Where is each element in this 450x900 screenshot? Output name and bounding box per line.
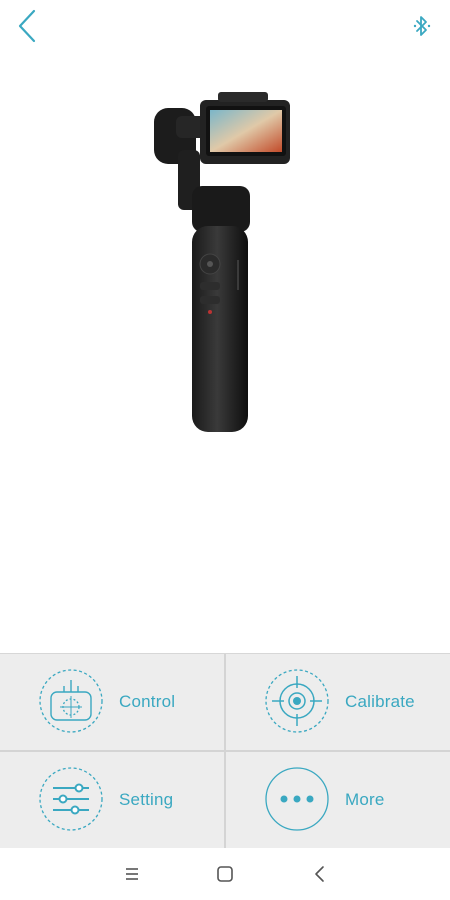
more-label: More [345, 790, 385, 809]
nav-back-button[interactable] [308, 862, 332, 886]
setting-label: Setting [119, 790, 174, 809]
home-square-icon [217, 866, 233, 882]
calibrate-label: Calibrate [345, 692, 415, 711]
calibrate-tile[interactable]: Calibrate [226, 654, 450, 750]
back-button[interactable] [12, 8, 44, 44]
nav-menu-button[interactable] [120, 862, 144, 886]
control-label: Control [119, 692, 176, 711]
system-nav-bar [0, 848, 450, 900]
setting-tile[interactable]: Setting [0, 752, 224, 848]
back-triangle-icon [315, 866, 324, 882]
sliders-icon [39, 767, 103, 831]
more-tile[interactable]: More [226, 752, 450, 848]
joystick-icon [39, 669, 103, 733]
top-bar [0, 0, 450, 52]
bluetooth-icon [413, 16, 431, 36]
chevron-left-icon [18, 9, 36, 43]
function-menu: Control Calibrate Setting More [0, 653, 450, 849]
nav-home-button[interactable] [213, 862, 237, 886]
control-tile[interactable]: Control [0, 654, 224, 750]
crosshair-icon [265, 669, 329, 733]
more-dots-icon [265, 767, 329, 831]
menu-icon [126, 868, 138, 880]
gimbal-product-image [154, 92, 290, 432]
bluetooth-button[interactable] [412, 14, 432, 38]
